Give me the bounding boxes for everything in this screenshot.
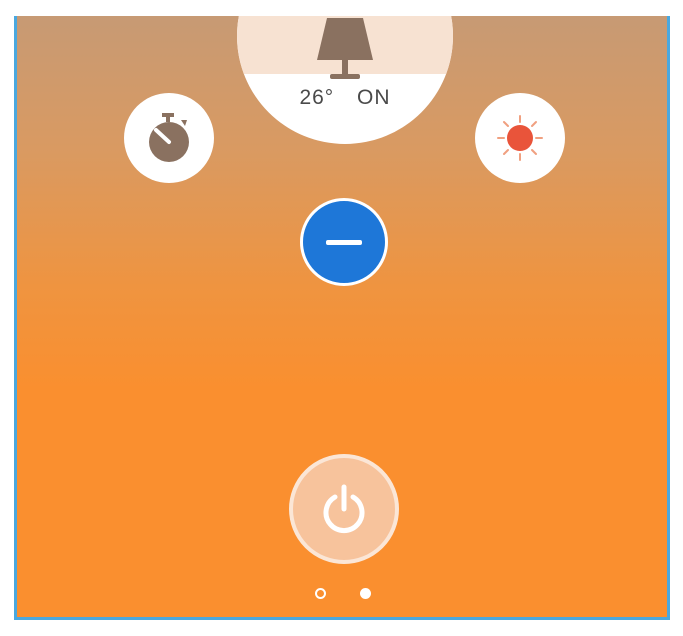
decrease-button[interactable] [300,198,388,286]
power-icon [323,484,365,534]
app-screen: 26° ON [14,16,670,620]
page-dot-1[interactable] [315,588,326,599]
device-status-row: 26° ON [237,86,453,110]
power-state-label: ON [357,86,391,109]
temperature-readout: 26° [299,86,335,109]
page-dot-2-active[interactable] [360,588,371,599]
lamp-icon [317,18,373,79]
power-button[interactable] [289,454,399,564]
timer-button[interactable] [124,93,214,183]
device-status-card[interactable]: 26° ON [237,16,453,144]
minus-icon [326,239,362,245]
page-indicator [312,586,382,602]
brightness-button[interactable] [475,93,565,183]
stopwatch-icon [149,113,189,162]
sun-icon [497,115,543,161]
